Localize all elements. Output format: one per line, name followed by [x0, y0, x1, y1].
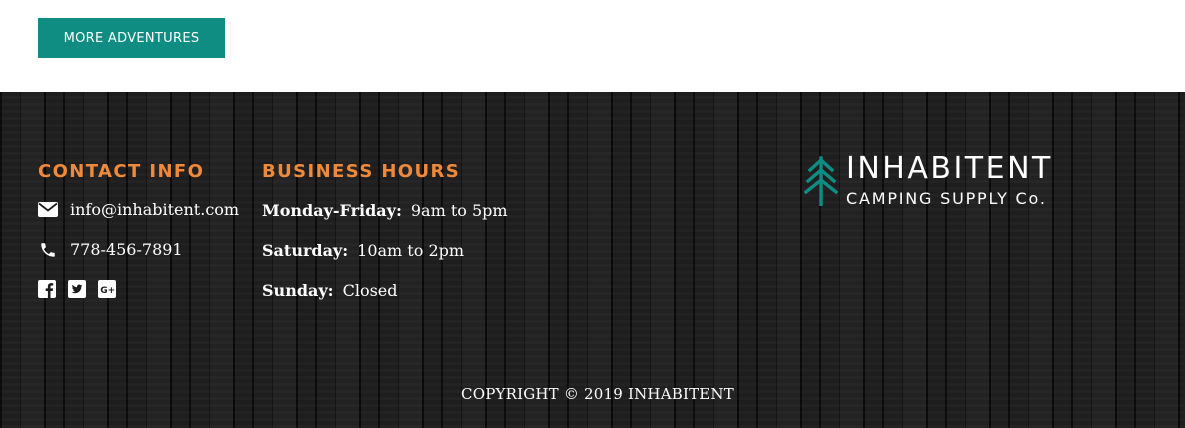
copyright-text: COPYRIGHT © 2019 INHABITENT — [461, 385, 734, 403]
contact-email-link[interactable]: info@inhabitent.com — [70, 200, 239, 219]
hours-time-value: 9am to 5pm — [410, 201, 508, 220]
contact-phone-link[interactable]: 778-456-7891 — [70, 240, 183, 259]
phone-icon — [38, 241, 58, 259]
hours-row-sunday: Sunday: Closed — [262, 281, 398, 300]
site-footer: CONTACT INFO info@inhabitent.com 778-456… — [0, 92, 1185, 428]
twitter-icon[interactable] — [68, 280, 86, 298]
more-adventures-button[interactable]: MORE ADVENTURES — [38, 18, 225, 58]
google-plus-icon[interactable]: G+ — [98, 280, 116, 298]
business-hours-heading: BUSINESS HOURS — [262, 161, 461, 182]
brand-tagline: CAMPING SUPPLY Co. — [846, 189, 1047, 208]
pine-tree-icon — [803, 156, 839, 210]
hours-row-weekdays: Monday-Friday: 9am to 5pm — [262, 201, 508, 220]
facebook-icon[interactable] — [38, 280, 56, 298]
brand-name: INHABITENT — [846, 151, 1053, 186]
contact-info-heading: CONTACT INFO — [38, 161, 205, 182]
envelope-icon — [38, 201, 58, 219]
footer-logo[interactable]: INHABITENT CAMPING SUPPLY Co. — [803, 151, 1094, 210]
contact-email-row: info@inhabitent.com — [38, 200, 239, 219]
content-area: MORE ADVENTURES — [0, 0, 1185, 92]
hours-time-value: 10am to 2pm — [357, 241, 465, 260]
hours-day-label: Monday-Friday: — [262, 201, 402, 220]
contact-phone-row: 778-456-7891 — [38, 240, 183, 259]
hours-day-label: Sunday: — [262, 281, 334, 300]
svg-text:G+: G+ — [100, 286, 115, 296]
hours-time-value: Closed — [342, 281, 398, 300]
hours-row-saturday: Saturday: 10am to 2pm — [262, 241, 464, 260]
hours-day-label: Saturday: — [262, 241, 349, 260]
social-links: G+ — [38, 280, 116, 298]
